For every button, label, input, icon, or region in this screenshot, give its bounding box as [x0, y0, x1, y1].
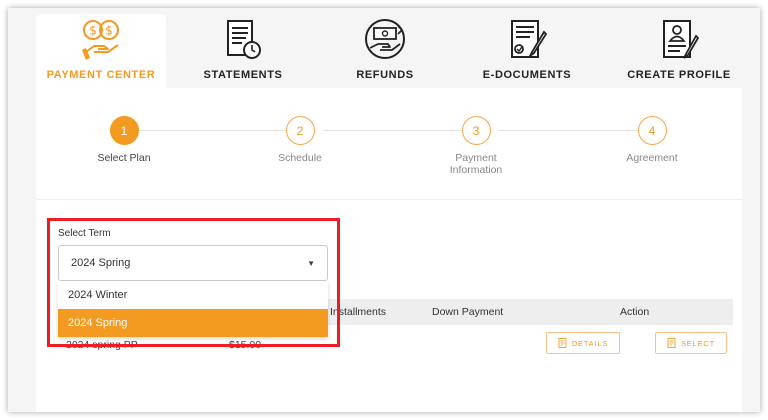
svg-text:$: $: [89, 24, 97, 38]
document-icon: [667, 338, 676, 348]
column-header-action: Action: [620, 306, 650, 318]
step-number: 3: [461, 116, 491, 145]
term-option-2024-spring[interactable]: 2024 Spring: [58, 309, 328, 337]
tab-statements[interactable]: STATEMENTS: [178, 14, 308, 88]
select-term-label: Select Term: [58, 228, 111, 239]
step-label: Schedule: [278, 152, 322, 164]
app-window: $ $ PAYMENT CENTER STATEMENTS REFUNDS E-…: [8, 8, 760, 412]
tab-label: CREATE PROFILE: [627, 69, 731, 81]
select-button-label: SELECT: [681, 338, 715, 348]
tab-label: PAYMENT CENTER: [46, 69, 156, 81]
payment-center-icon: $ $: [82, 20, 119, 60]
step-label: Agreement: [626, 152, 678, 164]
details-button-label: DETAILS: [571, 338, 609, 348]
main-panel: 1 Select Plan 2 Schedule 3 Payment Infor…: [36, 88, 742, 412]
column-header-installments: Installments: [330, 306, 387, 318]
term-select[interactable]: 2024 Spring ▼: [58, 245, 328, 281]
step-number: 2: [285, 116, 315, 145]
plan-name: 2024 spring PP: [66, 339, 138, 351]
refunds-icon: [365, 19, 405, 59]
tab-label: STATEMENTS: [203, 69, 283, 81]
create-profile-icon: [663, 20, 700, 59]
tab-refunds[interactable]: REFUNDS: [320, 14, 450, 88]
tab-create-profile[interactable]: CREATE PROFILE: [604, 14, 754, 88]
step-label: Payment Information: [449, 152, 503, 176]
top-tab-bar: $ $ PAYMENT CENTER STATEMENTS REFUNDS E-…: [8, 8, 760, 88]
step-schedule[interactable]: 2 Schedule: [240, 116, 360, 164]
svg-text:$: $: [105, 24, 113, 38]
progress-stepper: 1 Select Plan 2 Schedule 3 Payment Infor…: [36, 88, 742, 200]
term-select-value: 2024 Spring: [71, 257, 131, 269]
statements-icon: [227, 20, 261, 59]
dropdown-arrow-icon: ▼: [307, 258, 315, 268]
tab-label: E-DOCUMENTS: [482, 69, 572, 81]
details-button[interactable]: DETAILS: [546, 332, 620, 354]
e-documents-icon: [511, 20, 548, 58]
tab-e-documents[interactable]: E-DOCUMENTS: [462, 14, 592, 88]
step-number: 1: [109, 116, 139, 145]
step-agreement[interactable]: 4 Agreement: [592, 116, 712, 164]
term-dropdown-list: 2024 Winter 2024 Spring: [58, 281, 328, 337]
term-option-2024-winter[interactable]: 2024 Winter: [58, 281, 328, 309]
step-select-plan[interactable]: 1 Select Plan: [64, 116, 184, 164]
document-icon: [558, 338, 567, 348]
column-header-down-payment: Down Payment: [432, 306, 504, 318]
step-number: 4: [637, 116, 667, 145]
select-button[interactable]: SELECT: [655, 332, 727, 354]
tab-payment-center[interactable]: $ $ PAYMENT CENTER: [36, 14, 166, 88]
step-label: Select Plan: [97, 152, 151, 164]
tab-label: REFUNDS: [356, 69, 414, 81]
plan-amount: $15.00: [229, 339, 262, 351]
step-payment-information[interactable]: 3 Payment Information: [416, 116, 536, 176]
